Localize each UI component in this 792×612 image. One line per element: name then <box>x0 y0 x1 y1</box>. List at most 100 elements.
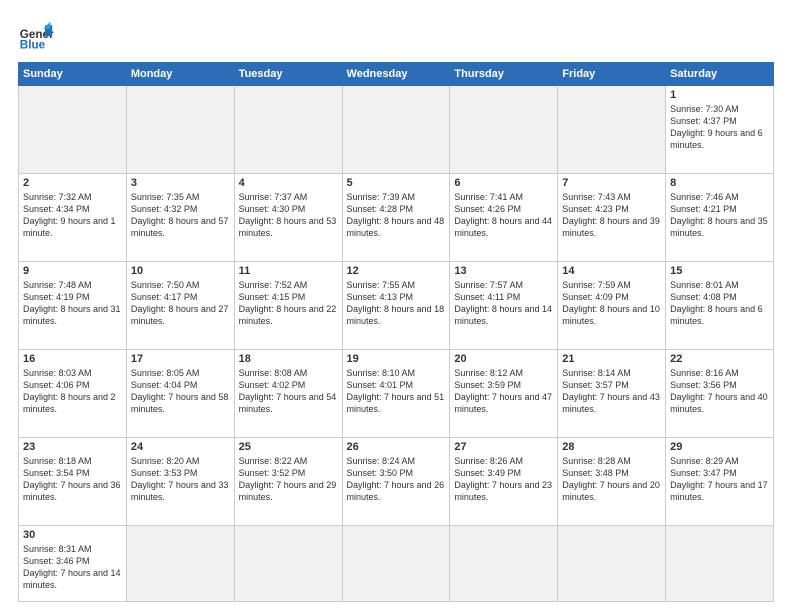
day-info: Sunrise: 7:52 AM Sunset: 4:15 PM Dayligh… <box>239 279 338 328</box>
day-number: 15 <box>670 265 769 277</box>
day-info: Sunrise: 7:30 AM Sunset: 4:37 PM Dayligh… <box>670 103 769 152</box>
calendar-table: SundayMondayTuesdayWednesdayThursdayFrid… <box>18 62 774 602</box>
calendar-week-row: 9 Sunrise: 7:48 AM Sunset: 4:19 PM Daylig… <box>19 261 774 349</box>
calendar-cell: 3 Sunrise: 7:35 AM Sunset: 4:32 PM Daylig… <box>126 173 234 261</box>
day-number: 4 <box>239 177 338 189</box>
day-info: Sunrise: 8:22 AM Sunset: 3:52 PM Dayligh… <box>239 455 338 504</box>
day-info: Sunrise: 7:55 AM Sunset: 4:13 PM Dayligh… <box>347 279 446 328</box>
day-number: 8 <box>670 177 769 189</box>
day-number: 11 <box>239 265 338 277</box>
day-info: Sunrise: 8:14 AM Sunset: 3:57 PM Dayligh… <box>562 367 661 416</box>
day-info: Sunrise: 7:59 AM Sunset: 4:09 PM Dayligh… <box>562 279 661 328</box>
calendar-cell <box>342 86 450 174</box>
day-number: 22 <box>670 353 769 365</box>
calendar-header-row: SundayMondayTuesdayWednesdayThursdayFrid… <box>19 63 774 86</box>
calendar-cell: 5 Sunrise: 7:39 AM Sunset: 4:28 PM Daylig… <box>342 173 450 261</box>
svg-text:Blue: Blue <box>20 39 46 52</box>
day-info: Sunrise: 7:35 AM Sunset: 4:32 PM Dayligh… <box>131 191 230 240</box>
day-number: 27 <box>454 441 553 453</box>
calendar-week-row: 16 Sunrise: 8:03 AM Sunset: 4:06 PM Dayli… <box>19 349 774 437</box>
day-info: Sunrise: 7:41 AM Sunset: 4:26 PM Dayligh… <box>454 191 553 240</box>
calendar-cell: 6 Sunrise: 7:41 AM Sunset: 4:26 PM Daylig… <box>450 173 558 261</box>
day-info: Sunrise: 7:37 AM Sunset: 4:30 PM Dayligh… <box>239 191 338 240</box>
calendar-cell <box>450 525 558 601</box>
calendar-week-row: 30Sunrise: 8:31 AM Sunset: 3:46 PM Dayli… <box>19 525 774 601</box>
calendar-cell: 1 Sunrise: 7:30 AM Sunset: 4:37 PM Daylig… <box>666 86 774 174</box>
calendar-cell <box>558 525 666 601</box>
day-number: 18 <box>239 353 338 365</box>
day-info: Sunrise: 8:10 AM Sunset: 4:01 PM Dayligh… <box>347 367 446 416</box>
day-number: 29 <box>670 441 769 453</box>
calendar-cell: 25 Sunrise: 8:22 AM Sunset: 3:52 PM Dayli… <box>234 437 342 525</box>
calendar-cell: 29 Sunrise: 8:29 AM Sunset: 3:47 PM Dayli… <box>666 437 774 525</box>
header: General Blue <box>18 18 774 54</box>
calendar-cell: 27 Sunrise: 8:26 AM Sunset: 3:49 PM Dayli… <box>450 437 558 525</box>
calendar-cell <box>126 86 234 174</box>
calendar-header-wednesday: Wednesday <box>342 63 450 86</box>
calendar-cell <box>234 525 342 601</box>
calendar-cell: 19 Sunrise: 8:10 AM Sunset: 4:01 PM Dayli… <box>342 349 450 437</box>
day-info: Sunrise: 8:05 AM Sunset: 4:04 PM Dayligh… <box>131 367 230 416</box>
day-number: 3 <box>131 177 230 189</box>
day-number: 6 <box>454 177 553 189</box>
calendar-cell <box>558 86 666 174</box>
calendar-header-saturday: Saturday <box>666 63 774 86</box>
day-number: 5 <box>347 177 446 189</box>
day-info: Sunrise: 7:57 AM Sunset: 4:11 PM Dayligh… <box>454 279 553 328</box>
calendar-cell: 23 Sunrise: 8:18 AM Sunset: 3:54 PM Dayli… <box>19 437 127 525</box>
day-info: Sunrise: 8:01 AM Sunset: 4:08 PM Dayligh… <box>670 279 769 328</box>
day-number: 16 <box>23 353 122 365</box>
calendar-week-row: 1 Sunrise: 7:30 AM Sunset: 4:37 PM Daylig… <box>19 86 774 174</box>
calendar-cell: 26Sunrise: 8:24 AM Sunset: 3:50 PM Dayli… <box>342 437 450 525</box>
calendar-cell: 18Sunrise: 8:08 AM Sunset: 4:02 PM Dayli… <box>234 349 342 437</box>
day-number: 19 <box>347 353 446 365</box>
day-number: 25 <box>239 441 338 453</box>
calendar-cell: 4 Sunrise: 7:37 AM Sunset: 4:30 PM Daylig… <box>234 173 342 261</box>
calendar-cell <box>234 86 342 174</box>
calendar-cell: 11 Sunrise: 7:52 AM Sunset: 4:15 PM Dayli… <box>234 261 342 349</box>
day-info: Sunrise: 8:16 AM Sunset: 3:56 PM Dayligh… <box>670 367 769 416</box>
calendar-header-friday: Friday <box>558 63 666 86</box>
calendar-cell <box>666 525 774 601</box>
calendar-cell: 2 Sunrise: 7:32 AM Sunset: 4:34 PM Daylig… <box>19 173 127 261</box>
day-info: Sunrise: 8:18 AM Sunset: 3:54 PM Dayligh… <box>23 455 122 504</box>
calendar-week-row: 2 Sunrise: 7:32 AM Sunset: 4:34 PM Daylig… <box>19 173 774 261</box>
day-info: Sunrise: 7:39 AM Sunset: 4:28 PM Dayligh… <box>347 191 446 240</box>
day-number: 1 <box>670 89 769 101</box>
day-number: 2 <box>23 177 122 189</box>
day-info: Sunrise: 8:31 AM Sunset: 3:46 PM Dayligh… <box>23 543 122 592</box>
day-info: Sunrise: 7:46 AM Sunset: 4:21 PM Dayligh… <box>670 191 769 240</box>
day-number: 14 <box>562 265 661 277</box>
day-info: Sunrise: 8:12 AM Sunset: 3:59 PM Dayligh… <box>454 367 553 416</box>
day-number: 13 <box>454 265 553 277</box>
calendar-cell <box>19 86 127 174</box>
calendar-header-thursday: Thursday <box>450 63 558 86</box>
logo: General Blue <box>18 18 60 54</box>
calendar-cell: 17Sunrise: 8:05 AM Sunset: 4:04 PM Dayli… <box>126 349 234 437</box>
day-number: 28 <box>562 441 661 453</box>
day-number: 10 <box>131 265 230 277</box>
calendar-cell: 14 Sunrise: 7:59 AM Sunset: 4:09 PM Dayli… <box>558 261 666 349</box>
day-info: Sunrise: 8:03 AM Sunset: 4:06 PM Dayligh… <box>23 367 122 416</box>
day-number: 26 <box>347 441 446 453</box>
day-number: 9 <box>23 265 122 277</box>
calendar-week-row: 23 Sunrise: 8:18 AM Sunset: 3:54 PM Dayli… <box>19 437 774 525</box>
day-info: Sunrise: 7:32 AM Sunset: 4:34 PM Dayligh… <box>23 191 122 240</box>
day-info: Sunrise: 7:50 AM Sunset: 4:17 PM Dayligh… <box>131 279 230 328</box>
calendar-cell: 10 Sunrise: 7:50 AM Sunset: 4:17 PM Dayli… <box>126 261 234 349</box>
calendar-cell: 24Sunrise: 8:20 AM Sunset: 3:53 PM Dayli… <box>126 437 234 525</box>
logo-icon: General Blue <box>18 18 54 54</box>
calendar-cell: 9 Sunrise: 7:48 AM Sunset: 4:19 PM Daylig… <box>19 261 127 349</box>
day-info: Sunrise: 8:28 AM Sunset: 3:48 PM Dayligh… <box>562 455 661 504</box>
calendar-cell: 21Sunrise: 8:14 AM Sunset: 3:57 PM Dayli… <box>558 349 666 437</box>
calendar-header-monday: Monday <box>126 63 234 86</box>
day-number: 23 <box>23 441 122 453</box>
day-info: Sunrise: 8:29 AM Sunset: 3:47 PM Dayligh… <box>670 455 769 504</box>
calendar-header-tuesday: Tuesday <box>234 63 342 86</box>
day-info: Sunrise: 7:48 AM Sunset: 4:19 PM Dayligh… <box>23 279 122 328</box>
day-info: Sunrise: 8:26 AM Sunset: 3:49 PM Dayligh… <box>454 455 553 504</box>
day-number: 24 <box>131 441 230 453</box>
calendar-cell: 15 Sunrise: 8:01 AM Sunset: 4:08 PM Dayli… <box>666 261 774 349</box>
calendar-cell: 7Sunrise: 7:43 AM Sunset: 4:23 PM Daylig… <box>558 173 666 261</box>
day-number: 12 <box>347 265 446 277</box>
